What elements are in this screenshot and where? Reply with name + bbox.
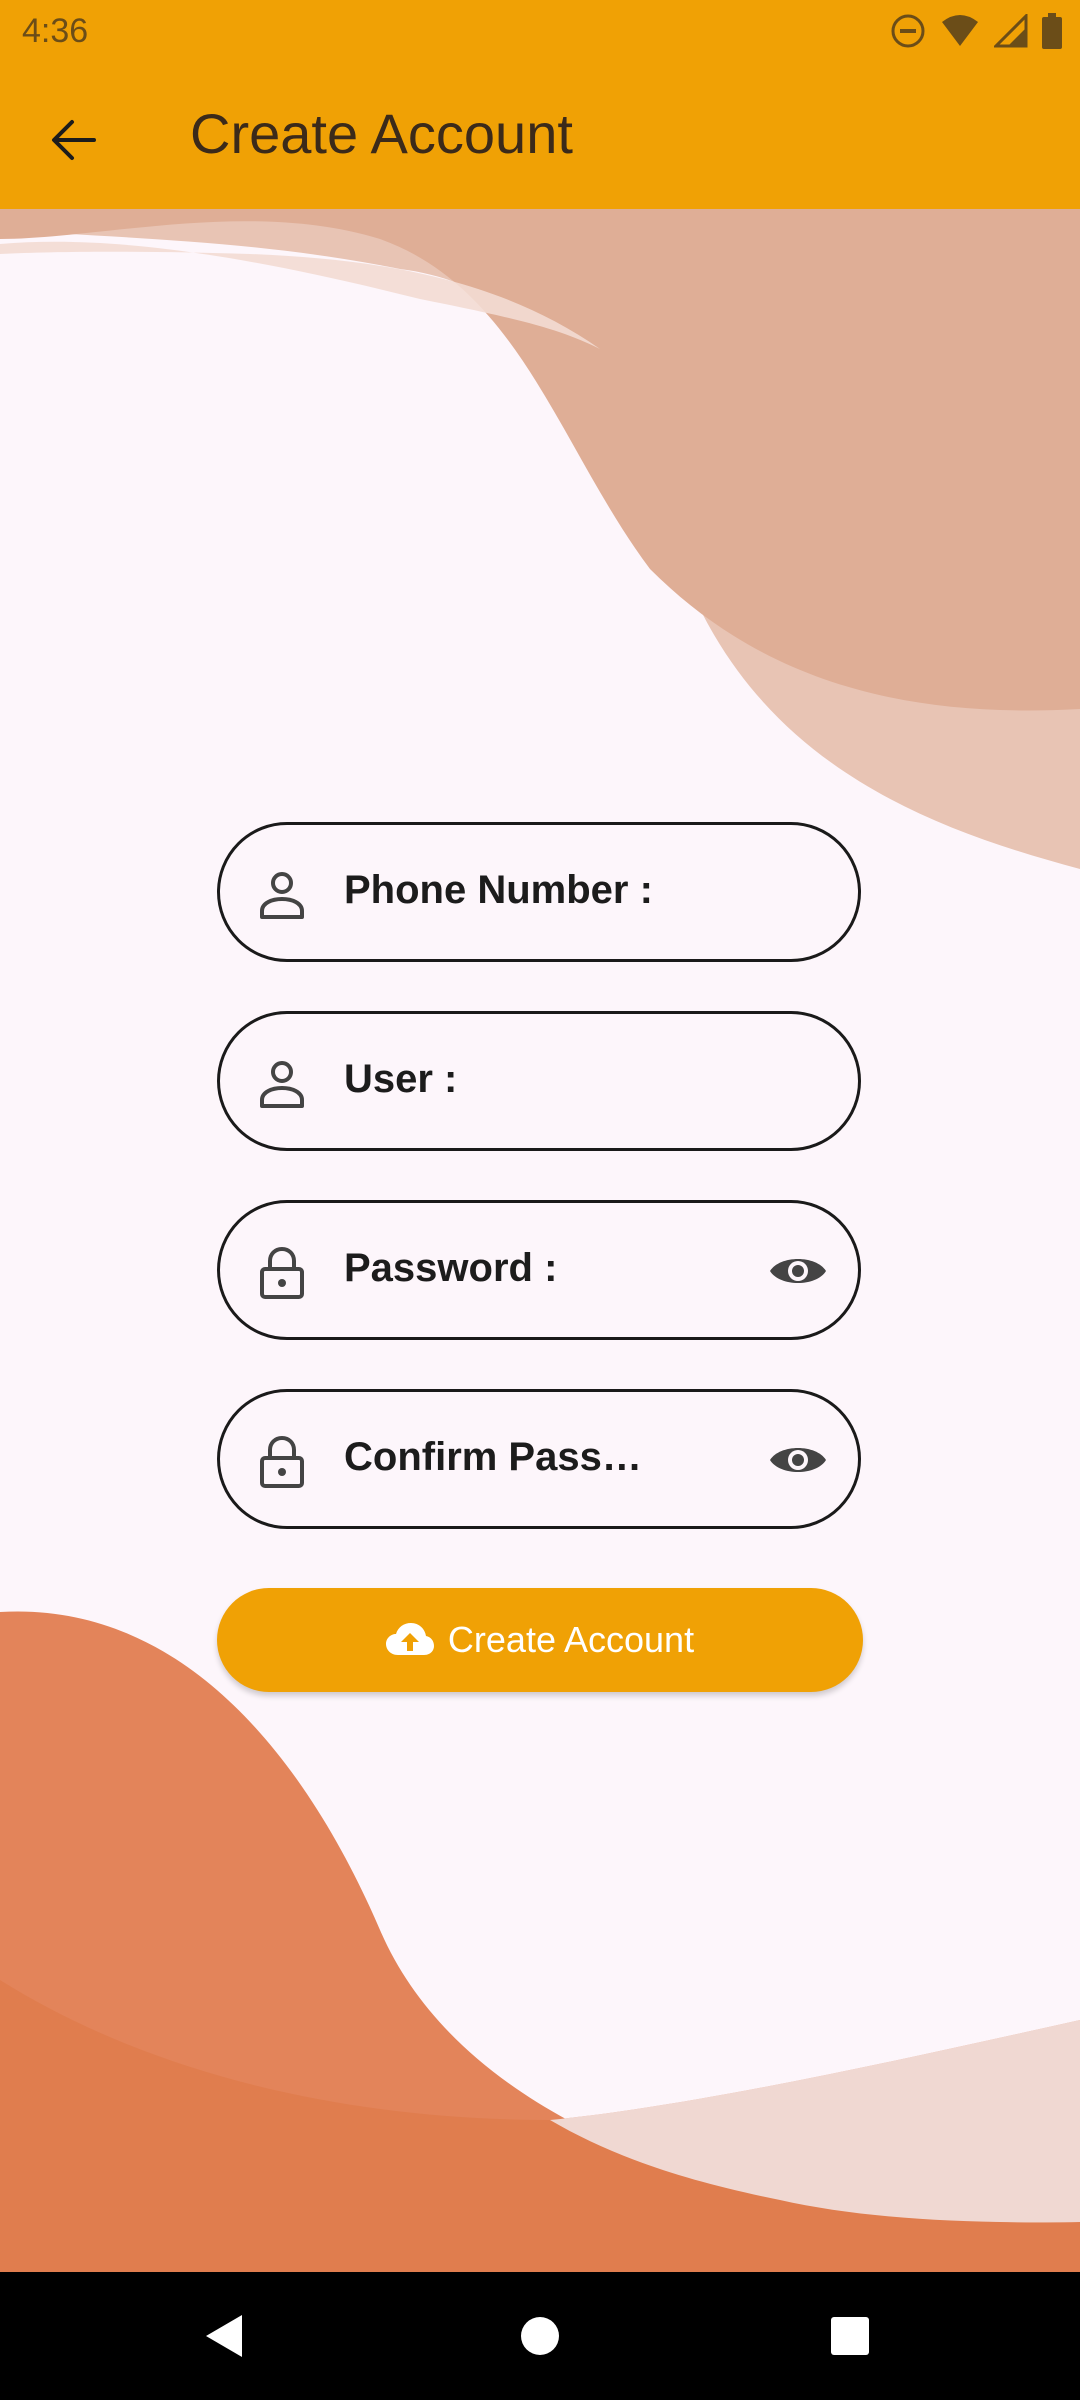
nav-home-button[interactable] xyxy=(510,2306,570,2366)
lock-icon xyxy=(260,1436,304,1488)
status-time: 4:36 xyxy=(22,12,89,50)
status-bar: 4:36 xyxy=(0,0,1080,64)
status-icons xyxy=(890,12,1062,50)
app-bar: Create Account xyxy=(0,64,1080,209)
recents-square-icon xyxy=(831,2317,869,2355)
battery-icon xyxy=(1042,13,1062,49)
home-circle-icon xyxy=(521,2317,559,2355)
nav-recents-button[interactable] xyxy=(820,2306,880,2366)
create-account-label: Create Account xyxy=(447,1619,695,1660)
back-triangle-icon xyxy=(206,2315,242,2357)
confirm-password-label: Confirm Pass… xyxy=(344,1435,642,1479)
do-not-disturb-icon xyxy=(891,14,925,48)
eye-icon[interactable] xyxy=(768,1438,828,1482)
nav-back-button[interactable] xyxy=(194,2306,254,2366)
cloud-upload-icon xyxy=(385,1623,434,1655)
password-field[interactable]: Password : xyxy=(217,1200,861,1340)
lock-icon xyxy=(260,1247,304,1299)
user-field[interactable]: User : xyxy=(217,1011,861,1151)
create-account-button[interactable]: Create Account xyxy=(217,1588,863,1692)
phone-number-label: Phone Number : xyxy=(344,868,653,912)
user-label: User : xyxy=(344,1057,458,1101)
arrow-left-icon xyxy=(52,120,96,160)
person-icon xyxy=(260,872,304,919)
top-wave-decoration xyxy=(0,209,1080,869)
eye-icon[interactable] xyxy=(768,1249,828,1293)
back-button[interactable] xyxy=(34,100,114,180)
password-label: Password : xyxy=(344,1246,558,1290)
person-icon xyxy=(260,1061,304,1108)
phone-number-field[interactable]: Phone Number : xyxy=(217,822,861,962)
signal-icon xyxy=(994,14,1028,48)
confirm-password-field[interactable]: Confirm Pass… xyxy=(217,1389,861,1529)
system-nav-bar xyxy=(0,2272,1080,2400)
wifi-icon xyxy=(942,15,978,46)
page-title: Create Account xyxy=(190,102,573,165)
